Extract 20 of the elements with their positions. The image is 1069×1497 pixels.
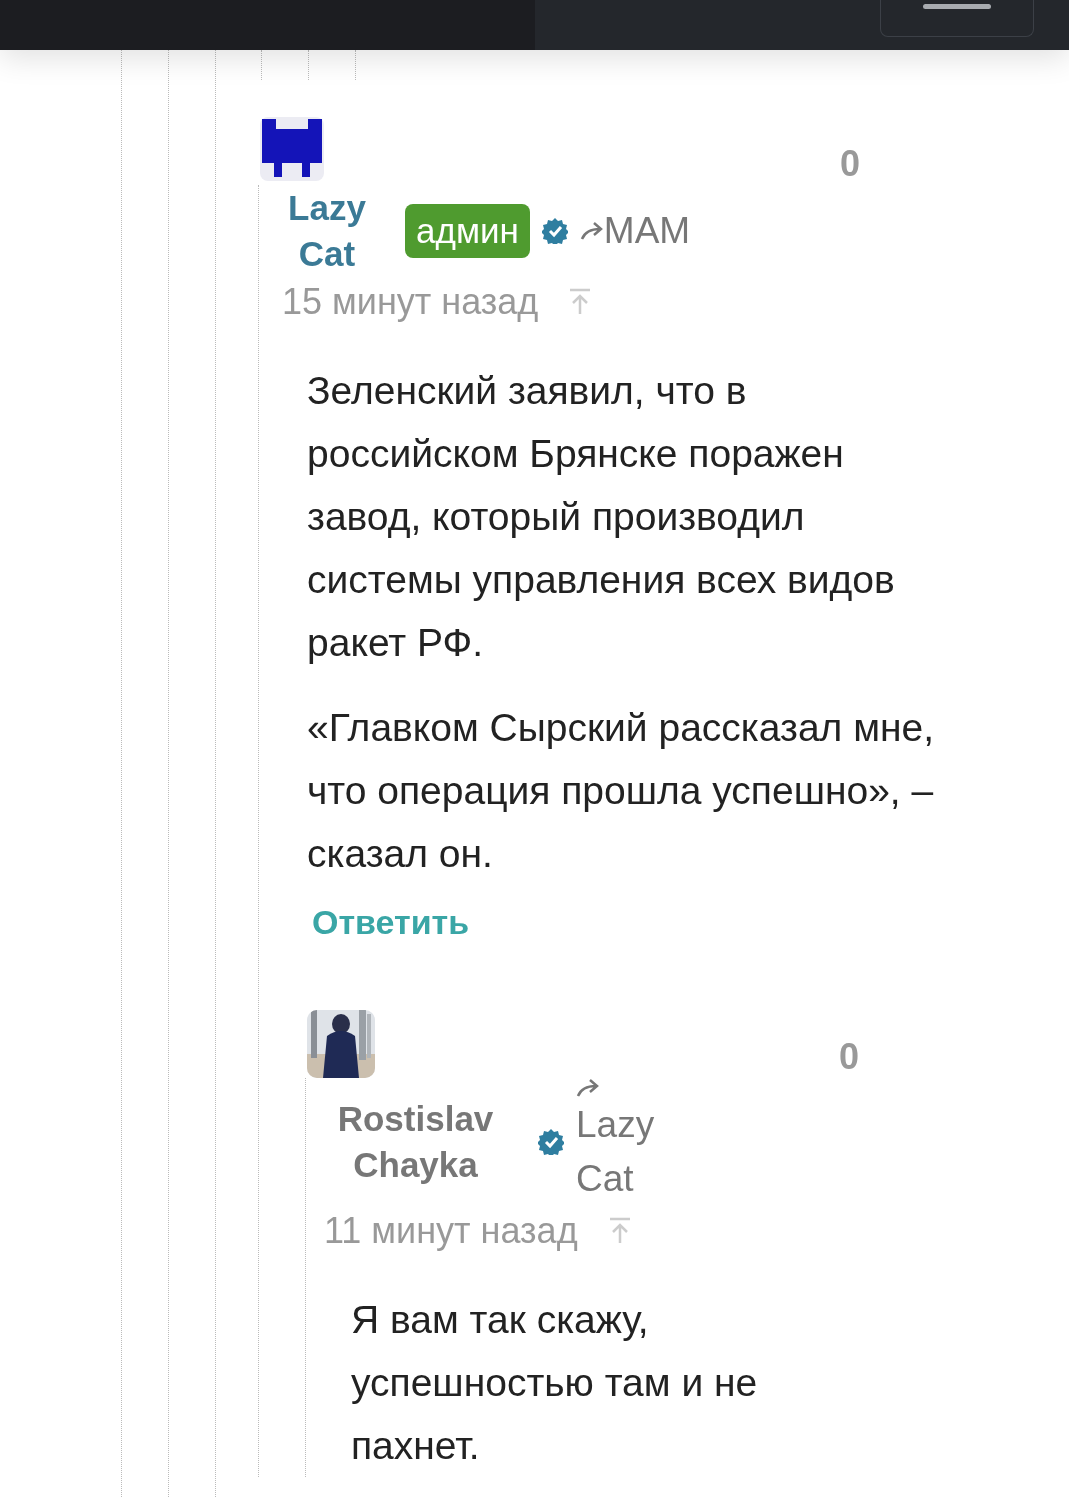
menu-button[interactable]	[880, 0, 1034, 37]
reply-to-link[interactable]: MAM	[603, 204, 691, 258]
author-link[interactable]: Lazy Cat	[282, 185, 372, 277]
avatar-icon	[260, 117, 324, 181]
scroll-up-icon	[607, 1217, 632, 1245]
comment-text: «Главком Сырский рассказал мне, что операция прошла успешно», – сказал он.	[307, 705, 936, 877]
role-badge: админ	[405, 204, 530, 258]
reply-arrow-icon	[579, 221, 604, 241]
reply-to-link[interactable]: Lazy Cat	[576, 1098, 696, 1206]
score: 0	[839, 142, 860, 186]
score: 0	[838, 1035, 859, 1079]
comment-text: Зеленский заявил, что в российском Брянске поражен завод, который производил системы управления всех видов ракет РФ.	[307, 368, 896, 666]
reply-arrow-icon	[576, 1078, 600, 1098]
reply-link[interactable]: Ответить	[312, 897, 470, 948]
scroll-up-icon	[568, 288, 593, 316]
timestamp: 11 минут назад	[324, 1209, 578, 1253]
comment-text: Я вам так скажу, успешностью там и не пахнет.	[351, 1297, 759, 1469]
menu-icon	[923, 4, 991, 9]
author-link[interactable]: Rostislav Chayka	[333, 1096, 498, 1188]
timestamp: 15 минут назад	[282, 280, 539, 324]
